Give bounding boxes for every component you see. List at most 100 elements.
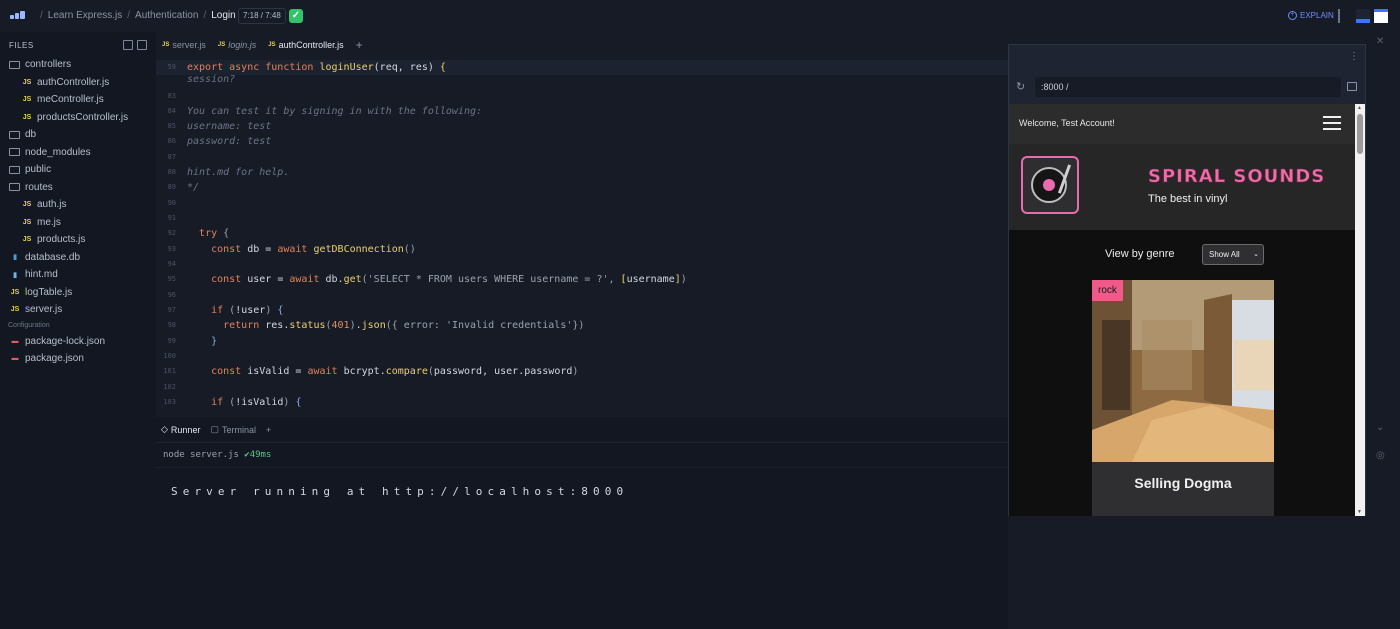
welcome-text: Welcome, Test Account!: [1019, 118, 1115, 128]
run-command-text: node server.js: [163, 450, 239, 460]
file-explorer: FILES controllers JS authController.js JS me…: [0, 32, 156, 629]
site-navbar: Welcome, Test Account!: [1009, 104, 1355, 144]
file-tree-item[interactable]: JS me.js: [0, 214, 156, 232]
new-folder-icon[interactable]: [137, 40, 147, 50]
scroll-up-icon[interactable]: ▲: [1357, 105, 1362, 111]
genre-tag: rock: [1092, 280, 1123, 301]
breadcrumb-separator: /: [40, 10, 43, 21]
file-tree-item[interactable]: JS meController.js: [0, 91, 156, 109]
breadcrumb-chapter[interactable]: Authentication: [135, 10, 198, 21]
code-line: 101 const isValid = await bcrypt.compare…: [156, 364, 1008, 379]
file-tree-item[interactable]: JS server.js: [0, 301, 156, 319]
reload-icon[interactable]: ↻: [1016, 80, 1025, 93]
js-file-icon: JS: [10, 306, 20, 314]
run-command: node server.js ✔49ms: [163, 450, 271, 460]
album-title: Selling Dogma: [1134, 475, 1232, 491]
file-name: products.js: [37, 234, 86, 246]
editor-tab-label: server.js: [172, 40, 206, 50]
url-input[interactable]: :8000 /: [1035, 77, 1341, 97]
more-options-icon[interactable]: ⋮: [1349, 51, 1359, 62]
line-number: 102: [163, 383, 176, 391]
editor-tab[interactable]: JS authController.js: [262, 40, 349, 50]
code-line: session?: [156, 72, 1008, 87]
code-text: username: test: [187, 121, 272, 132]
line-number: 87: [167, 153, 176, 161]
file-tree-item[interactable]: db: [0, 126, 156, 144]
line-number: 85: [167, 122, 176, 130]
code-line: 97 if (!user) {: [156, 303, 1008, 318]
file-tree-item[interactable]: ▮ database.db: [0, 249, 156, 267]
file-tree-item[interactable]: controllers: [0, 56, 156, 74]
file-tree-item[interactable]: public: [0, 161, 156, 179]
js-file-icon: JS: [162, 42, 170, 48]
lesson-timer: 7:18 / 7:48: [238, 8, 286, 24]
settings-icon[interactable]: ◎: [1376, 450, 1385, 461]
line-number: 95: [167, 275, 176, 283]
layout-split-icon[interactable]: [1338, 9, 1352, 23]
folder-icon: [9, 183, 20, 192]
code-line: 86 password: test: [156, 134, 1008, 149]
file-tree-item[interactable]: JS auth.js: [0, 196, 156, 214]
line-number: 88: [167, 168, 176, 176]
file-tree-item[interactable]: JS authController.js: [0, 74, 156, 92]
scroll-thumb[interactable]: [1357, 114, 1363, 154]
genre-select[interactable]: Show All ⌄: [1202, 244, 1264, 265]
code-line: 83: [156, 89, 1008, 104]
file-tree-item[interactable]: JS products.js: [0, 231, 156, 249]
open-external-icon[interactable]: [1347, 82, 1357, 91]
explain-button[interactable]: + EXPLAIN: [1288, 11, 1334, 20]
file-tree-item[interactable]: node_modules: [0, 144, 156, 162]
file-name: meController.js: [37, 94, 104, 106]
explain-icon: +: [1288, 11, 1297, 20]
files-header: FILES: [9, 41, 34, 50]
line-number: 90: [167, 199, 176, 207]
preview-urlbar: ↻ :8000 /: [1009, 74, 1365, 102]
close-icon[interactable]: ✕: [1376, 36, 1384, 47]
scroll-down-icon[interactable]: ▼: [1357, 509, 1362, 515]
product-card[interactable]: rock Selling Dogma: [1092, 280, 1274, 516]
file-tree-item[interactable]: ▬ package.json: [0, 350, 156, 368]
folder-icon: [9, 130, 20, 139]
line-number: 83: [167, 92, 176, 100]
breadcrumb: / Learn Express.js / Authentication / Lo…: [40, 10, 236, 21]
code-line: 98 return res.status(401).json({ error: …: [156, 318, 1008, 333]
new-tab-button[interactable]: +: [350, 38, 369, 52]
code-text: if (!user) {: [211, 305, 284, 316]
code-text: */: [187, 182, 200, 193]
markdown-icon: ▮: [13, 271, 17, 279]
layout-full-icon[interactable]: [1374, 9, 1388, 23]
file-tree-item[interactable]: JS productsController.js: [0, 109, 156, 127]
js-file-icon: JS: [22, 78, 32, 86]
file-tree-item[interactable]: routes: [0, 179, 156, 197]
code-line: 84 You can test it by signing in with the…: [156, 104, 1008, 119]
genre-filter: View by genre Show All ⌄: [1009, 244, 1355, 266]
editor-tab[interactable]: JS login.js: [212, 40, 262, 50]
file-tree-item[interactable]: ▬ package-lock.json: [0, 333, 156, 351]
file-tree-item[interactable]: ▮ hint.md: [0, 266, 156, 284]
preview-scrollbar[interactable]: ▲ ▼: [1355, 104, 1365, 516]
chevron-down-icon[interactable]: ⌄: [1376, 422, 1384, 433]
new-file-icon[interactable]: [123, 40, 133, 50]
add-terminal-button[interactable]: +: [261, 425, 276, 435]
js-file-icon: JS: [22, 218, 32, 226]
editor-tab[interactable]: JS server.js: [156, 40, 212, 50]
editor-tab-label: authController.js: [278, 40, 344, 50]
code-line: 99 }: [156, 334, 1008, 349]
hamburger-menu-icon[interactable]: [1323, 116, 1341, 130]
runner-tabs: ◇ Runner ▢ Terminal +: [156, 417, 1008, 443]
app-logo-icon[interactable]: [10, 11, 26, 21]
code-area[interactable]: 59 export async function loginUser(req, r…: [156, 58, 1008, 417]
line-number: 101: [163, 367, 176, 375]
lesson-complete-check-icon: ✓: [289, 9, 303, 23]
divider: [156, 467, 1008, 468]
json-file-icon: ▬: [11, 355, 19, 363]
tab-runner[interactable]: ◇ Runner: [156, 424, 205, 435]
preview-titlebar: ⋮: [1009, 45, 1365, 71]
file-tree-item[interactable]: JS logTable.js: [0, 284, 156, 302]
code-text: return res.status(401).json({ error: 'In…: [223, 320, 585, 331]
site-brand: SPIRAL SOUNDS: [1148, 166, 1326, 188]
code-text: }: [211, 336, 218, 347]
layout-bottom-icon[interactable]: [1356, 9, 1370, 23]
breadcrumb-course[interactable]: Learn Express.js: [48, 10, 122, 21]
tab-terminal[interactable]: ▢ Terminal: [205, 424, 261, 435]
